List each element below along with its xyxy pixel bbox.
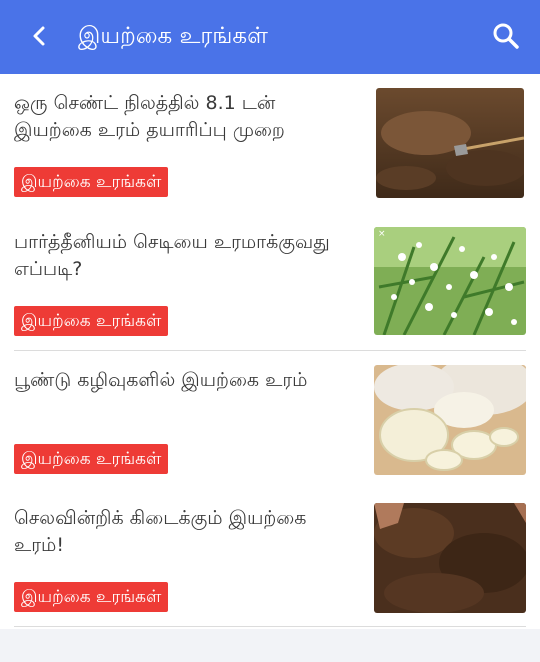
category-tag[interactable]: இயற்கை உரங்கள் <box>14 444 169 474</box>
image-badge: × <box>378 229 386 239</box>
article-headline[interactable]: ஒரு செண்ட் நிலத்தில் 8.1 டன் இயற்கை உரம்… <box>14 90 344 144</box>
list-item[interactable]: ஒரு செண்ட் நிலத்தில் 8.1 டன் இயற்கை உரம்… <box>0 74 540 212</box>
back-arrow-icon[interactable] <box>26 22 54 50</box>
list-item[interactable]: பூண்டு கழிவுகளில் இயற்கை உரம் இயற்கை உரங… <box>0 351 540 489</box>
article-headline[interactable]: பார்த்தீனியம் செடியை உரமாக்குவது எப்படி? <box>14 229 344 283</box>
article-thumbnail-compost[interactable] <box>374 503 526 613</box>
article-list: ஒரு செண்ட் நிலத்தில் 8.1 டன் இயற்கை உரம்… <box>0 74 540 629</box>
article-thumbnail-garlic[interactable] <box>374 365 526 475</box>
article-thumbnail-soil[interactable] <box>376 88 524 198</box>
search-icon[interactable] <box>490 20 522 52</box>
list-item[interactable]: பார்த்தீனியம் செடியை உரமாக்குவது எப்படி?… <box>0 213 540 351</box>
article-headline[interactable]: செலவின்றிக் கிடைக்கும் இயற்கை உரம்! <box>14 505 344 559</box>
page-title: இயற்கை உரங்கள் <box>78 23 268 49</box>
category-tag[interactable]: இயற்கை உரங்கள் <box>14 306 169 336</box>
list-item[interactable]: செலவின்றிக் கிடைக்கும் இயற்கை உரம்! இயற்… <box>0 489 540 627</box>
article-thumbnail-plant[interactable]: × <box>374 227 526 335</box>
divider <box>14 626 526 627</box>
article-headline[interactable]: பூண்டு கழிவுகளில் இயற்கை உரம் <box>14 367 344 394</box>
category-tag[interactable]: இயற்கை உரங்கள் <box>14 582 169 612</box>
category-tag[interactable]: இயற்கை உரங்கள் <box>14 167 169 197</box>
app-bar: இயற்கை உரங்கள் <box>0 0 540 74</box>
